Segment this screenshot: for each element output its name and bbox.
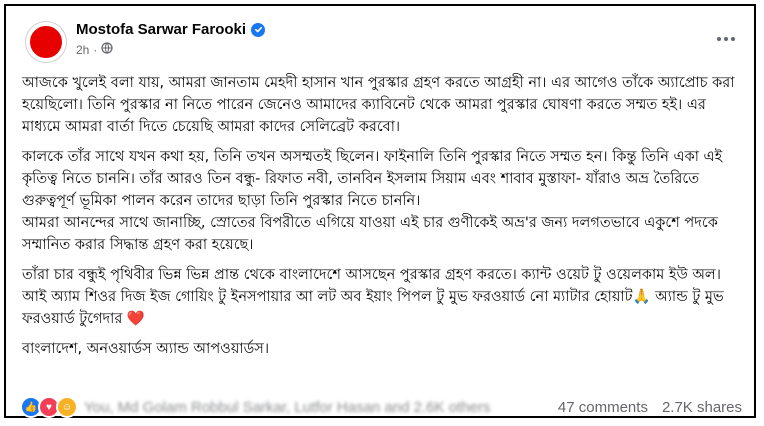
globe-icon (101, 42, 113, 57)
reactors-summary[interactable]: You, Md Golam Robbul Sarkar, Lutfor Hasa… (84, 399, 490, 416)
care-reaction-icon: ☺ (56, 396, 78, 418)
post-paragraph-3: তাঁরা চার বন্ধুই পৃথিবীর ভিন্ন ভিন্ন প্র… (22, 267, 724, 327)
post-paragraph-1: আজকে খুলেই বলা যায়, আমরা জানতাম মেহদী হ… (22, 75, 735, 135)
post-paragraph-2: কালকে তাঁর সাথে যখন কথা হয়, তিনি তখন অস… (22, 149, 723, 253)
avatar[interactable] (26, 22, 66, 62)
shares-count[interactable]: 2.7K shares (662, 399, 742, 416)
post-stats: 47 comments 2.7K shares (558, 399, 742, 416)
post-paragraph-4: বাংলাদেশ, অনওয়ার্ডস অ্যান্ড আপওয়ার্ডস। (22, 341, 270, 357)
author-name[interactable]: Mostofa Sarwar Farooki (76, 21, 246, 38)
reaction-icons[interactable]: 👍 ♥ ☺ (20, 396, 78, 418)
post-header: Mostofa Sarwar Farooki 2h · (18, 16, 742, 62)
author-name-row: Mostofa Sarwar Farooki (76, 21, 266, 38)
post-card: Mostofa Sarwar Farooki 2h · আজকে খুলেই ব… (4, 4, 756, 418)
post-meta: 2h · (76, 42, 113, 57)
separator-dot: · (93, 42, 98, 57)
verified-badge-icon (251, 22, 266, 37)
post-footer: 👍 ♥ ☺ You, Md Golam Robbul Sarkar, Lutfo… (20, 396, 742, 418)
post-time[interactable]: 2h (76, 43, 89, 57)
comments-count[interactable]: 47 comments (558, 399, 648, 416)
more-options-icon[interactable] (712, 30, 740, 48)
post-body: আজকে খুলেই বলা যায়, আমরা জানতাম মেহদী হ… (22, 72, 742, 368)
